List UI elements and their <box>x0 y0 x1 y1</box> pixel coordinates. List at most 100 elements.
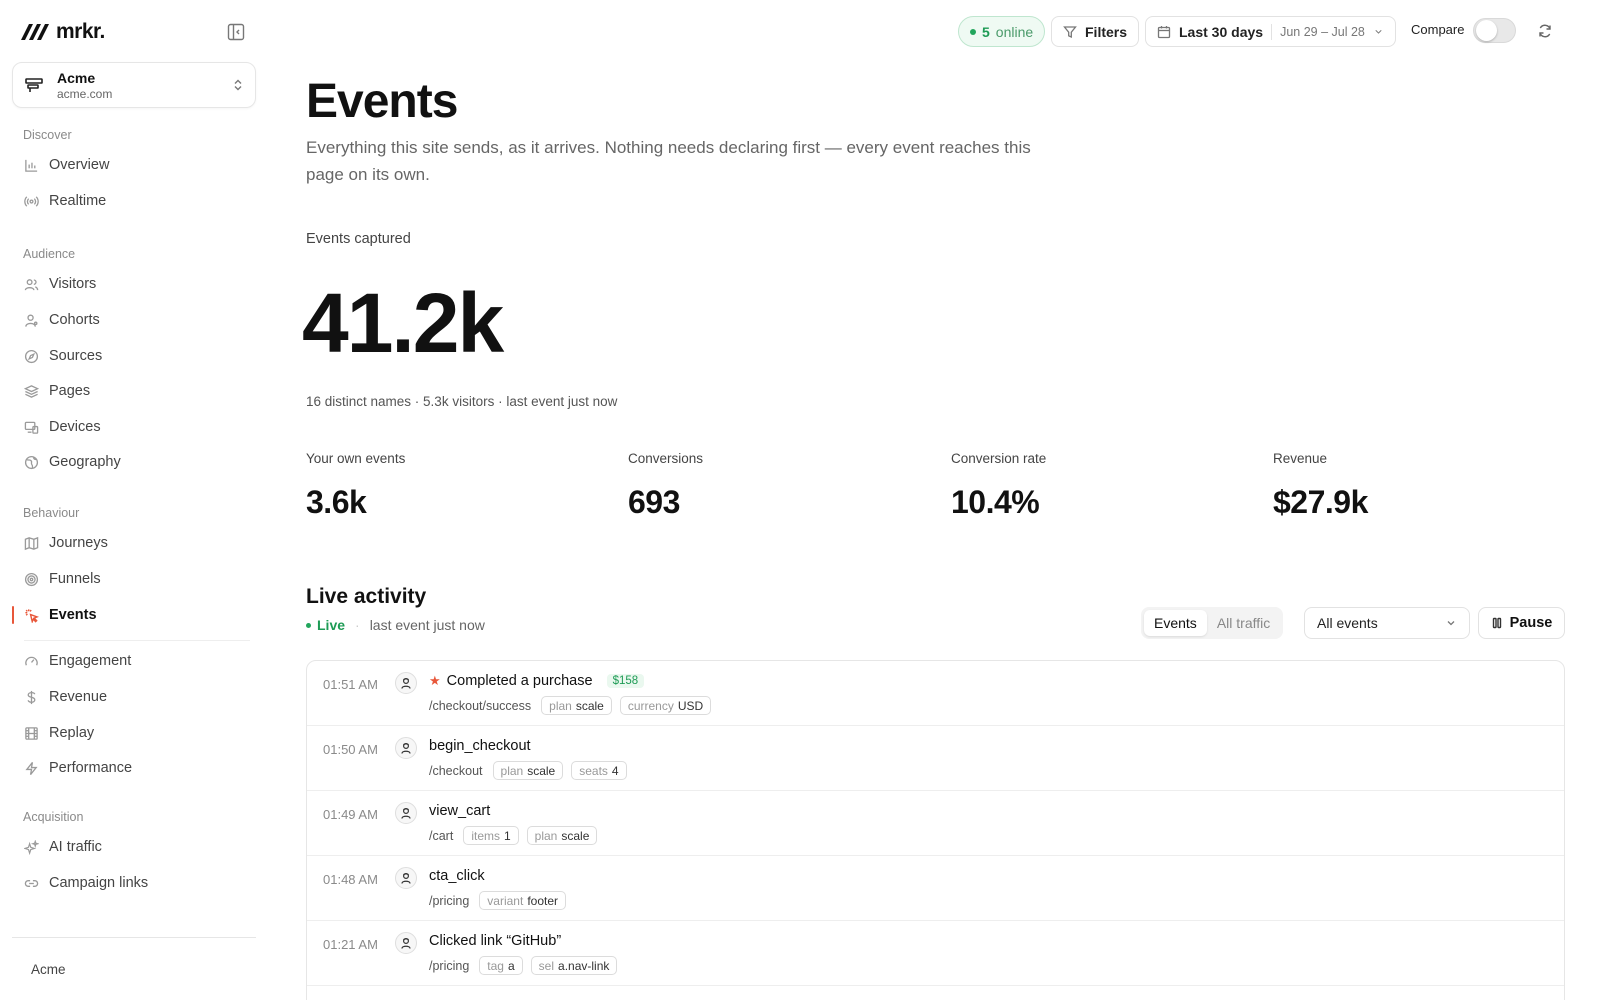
toggle-knob <box>1476 20 1497 41</box>
sidebar-item-label: Funnels <box>49 571 101 587</box>
sidebar-item-label: Geography <box>49 454 121 470</box>
stat-value: $27.9k <box>1273 484 1368 520</box>
sidebar-item-sources[interactable]: Sources <box>24 341 250 371</box>
avatar-person-icon <box>401 937 411 949</box>
event-property-chip: currency USD <box>619 696 712 715</box>
brand-logo[interactable]: mrkr. <box>20 20 105 44</box>
tab-events[interactable]: Events <box>1144 610 1207 636</box>
event-filter-select[interactable]: All events <box>1304 607 1470 639</box>
sidebar-item-pages[interactable]: Pages <box>24 376 250 406</box>
date-range-picker[interactable]: Last 30 days Jun 29 – Jul 28 <box>1145 16 1396 47</box>
avatar-person-icon <box>401 742 411 754</box>
nav-section-acquisition: Acquisition <box>23 810 84 824</box>
event-time: 01:48 AM <box>323 872 378 887</box>
users-icon <box>24 278 39 290</box>
pause-button[interactable]: Pause <box>1478 607 1565 639</box>
visitor-avatar[interactable] <box>395 867 417 889</box>
property-key: currency <box>627 698 674 713</box>
tab-all-traffic[interactable]: All traffic <box>1207 610 1280 636</box>
workspace-switcher[interactable]: Acme acme.com <box>12 62 256 108</box>
event-row[interactable]: 01:49 AM view_cart/cart items 1 plan scale <box>307 791 1564 856</box>
online-visitors-badge[interactable]: 5 online <box>958 16 1046 47</box>
stat-conversion-rate: Conversion rate 10.4% <box>951 451 1046 521</box>
event-name: Clicked link “GitHub” <box>429 933 562 949</box>
chevron-up-down-icon <box>234 79 242 91</box>
bar-chart-icon <box>25 159 38 172</box>
visitor-avatar[interactable] <box>395 802 417 824</box>
brand-name: mrkr. <box>56 20 105 43</box>
sparkles-icon <box>24 839 39 855</box>
sidebar-collapse-icon[interactable] <box>226 22 246 42</box>
gauge-icon <box>25 656 38 666</box>
filters-label: Filters <box>1085 23 1128 40</box>
sidebar-item-journeys[interactable]: Journeys <box>24 528 250 558</box>
sidebar-item-geography[interactable]: Geography <box>24 447 250 477</box>
stat-conversions: Conversions 693 <box>628 451 703 521</box>
sidebar-item-performance[interactable]: Performance <box>24 753 250 783</box>
avatar-person-icon <box>401 807 411 819</box>
property-key: plan <box>549 698 572 713</box>
sidebar-item-label: Visitors <box>49 276 97 292</box>
pause-icon <box>1492 617 1501 629</box>
event-name: cta_click <box>429 868 485 884</box>
chevron-down-icon <box>1375 29 1382 34</box>
workspace-name: Acme <box>57 69 96 86</box>
sidebar-item-label: Performance <box>49 760 133 776</box>
sidebar-item-label: Journeys <box>49 535 108 551</box>
sidebar-item-engagement[interactable]: Engagement <box>24 646 250 676</box>
layers-icon <box>24 384 39 398</box>
sidebar-item-visitors[interactable]: Visitors <box>24 269 250 299</box>
sidebar-item-ai-traffic[interactable]: AI traffic <box>24 832 250 862</box>
event-row[interactable]: 01:21 AM Clicked link “GitHub” /pricing tag… <box>307 921 1564 986</box>
event-property-chip: items 1 <box>463 826 519 845</box>
pause-label: Pause <box>1509 615 1553 631</box>
visitor-avatar[interactable] <box>395 672 417 694</box>
sidebar-item-devices[interactable]: Devices <box>24 412 250 442</box>
sidebar-item-cohorts[interactable]: Cohorts <box>24 305 250 335</box>
stat-label: Revenue <box>1273 451 1328 466</box>
events-captured-meta: 16 distinct names · 5.3k visitors · last… <box>306 394 618 409</box>
property-value: a.nav-link <box>558 958 610 973</box>
event-path: /cart <box>429 828 454 843</box>
property-key: sel <box>538 958 555 973</box>
property-key: seats <box>579 763 608 778</box>
sidebar-item-realtime[interactable]: Realtime <box>24 186 250 216</box>
dollar-icon <box>27 690 36 704</box>
compare-label: Compare <box>1411 22 1465 37</box>
event-amount-badge: $158 <box>606 674 645 688</box>
sidebar-item-events[interactable]: Events <box>24 600 250 630</box>
property-value: scale <box>561 828 590 843</box>
filters-button[interactable]: Filters <box>1051 16 1140 47</box>
sidebar-item-label: Replay <box>49 725 95 741</box>
online-count: 5 <box>982 23 990 40</box>
sidebar-item-campaign-links[interactable]: Campaign links <box>24 868 250 898</box>
sidebar-item-funnels[interactable]: Funnels <box>24 564 250 594</box>
sidebar-item-revenue[interactable]: Revenue <box>24 682 250 712</box>
sidebar-item-overview[interactable]: Overview <box>24 150 250 180</box>
page-description: Everything this site sends, as it arrive… <box>306 138 1031 184</box>
event-row[interactable]: 01:48 AM cta_click/pricing variant footer <box>307 856 1564 921</box>
property-value: a <box>507 958 515 973</box>
compare-toggle[interactable] <box>1473 18 1516 43</box>
sidebar-item-label: Cohorts <box>49 312 100 328</box>
filter-icon <box>1063 25 1077 38</box>
sidebar-item-label: Campaign links <box>49 875 149 891</box>
event-row[interactable]: 01:51 AM ★ Completed a purchase $158/checko… <box>307 661 1564 726</box>
live-label: Live <box>317 617 346 633</box>
event-property-chip: sel a.nav-link <box>530 956 618 975</box>
sidebar-item-replay[interactable]: Replay <box>24 718 250 748</box>
refresh-icon[interactable] <box>1537 23 1553 39</box>
event-property-chip: plan scale <box>541 696 612 715</box>
visitor-avatar[interactable] <box>395 932 417 954</box>
star-icon: ★ <box>429 673 441 688</box>
event-property-chip: plan scale <box>492 761 564 780</box>
sidebar-item-label: Pages <box>49 383 91 399</box>
event-row[interactable]: 01:50 AM begin_checkout/checkout plan scale… <box>307 726 1564 791</box>
event-time: 01:51 AM <box>323 677 378 692</box>
stat-label: Conversion rate <box>951 451 1047 466</box>
sidebar-footer-account[interactable]: Acme <box>31 962 66 977</box>
calendar-icon <box>1157 25 1171 38</box>
bolt-icon <box>25 761 38 775</box>
visitor-avatar[interactable] <box>395 737 417 759</box>
property-key: plan <box>500 763 524 778</box>
